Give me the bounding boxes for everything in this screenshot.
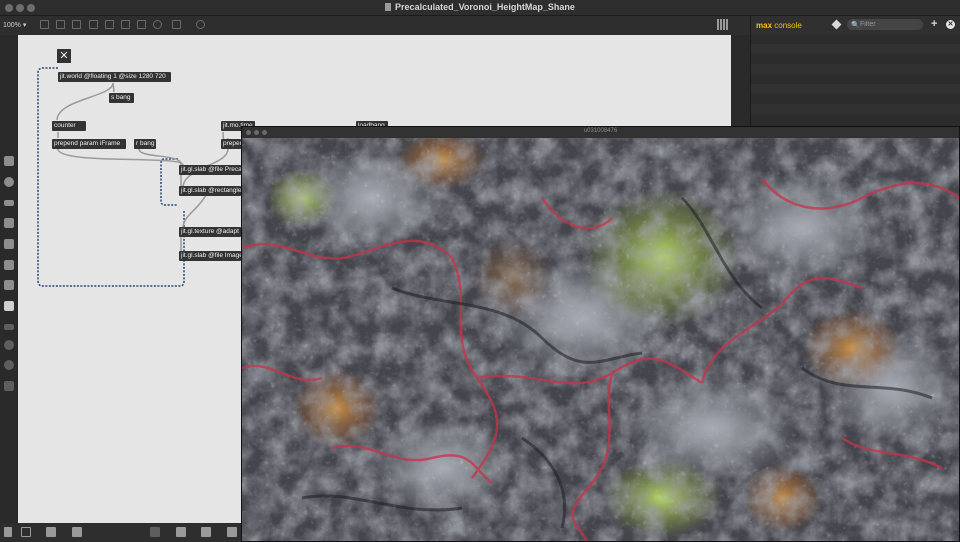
object-box[interactable]: jit.gl.texture @adapt [179,227,241,237]
window-title: Precalculated_Voronoi_HeightMap_Shane [0,2,960,12]
object-box[interactable]: jit.gl.slab @rectangle [179,186,241,196]
console-row [751,34,960,44]
lock-icon[interactable] [4,527,12,537]
comment-icon[interactable] [46,527,56,537]
object-box[interactable]: prepend [221,139,241,149]
render-title-bar: u031008476 [242,127,959,138]
render-window: u031008476 [241,126,960,542]
console-row [751,44,960,54]
comment-icon[interactable] [72,20,81,29]
console-title: max console [756,21,802,30]
zoom-dropdown[interactable]: 100% ▾ [3,21,26,29]
object-box[interactable]: prepend param iFrame [52,139,126,149]
window-title-text: Precalculated_Voronoi_HeightMap_Shane [395,2,575,12]
console-row [751,54,960,64]
title-bar: Precalculated_Voronoi_HeightMap_Shane [0,0,960,16]
music-note-icon[interactable] [4,218,14,228]
max-app-window: Precalculated_Voronoi_HeightMap_Shane 10… [0,0,960,542]
object-box[interactable]: s bang [109,93,134,103]
new-object-icon[interactable] [89,20,98,29]
settings-icon[interactable] [4,340,14,350]
object-box[interactable]: jit.world @floating 1 @size 1280 720 [58,72,171,82]
document-icon [385,3,392,11]
console-title-max: max [756,21,773,30]
target-icon[interactable] [4,177,14,187]
wrench-icon[interactable] [176,527,186,537]
max-console: max console 🔍 + ✕ [750,16,960,127]
connection-icon[interactable] [4,239,14,249]
left-sidebar [0,35,18,523]
render-window-title: u031008476 [583,128,618,134]
console-row [751,64,960,74]
console-row [751,74,960,84]
object-box[interactable]: jit.gl.slab @file Precalculated [179,165,241,175]
grid-toggle-icon[interactable] [717,19,728,30]
attachment-icon[interactable] [4,280,14,290]
close-patcher-object[interactable]: ✕ [57,49,71,63]
star-icon[interactable] [4,381,14,391]
console-header: max console 🔍 + ✕ [751,16,960,34]
voronoi-heightmap-picture [242,138,959,541]
object-box[interactable]: counter [52,121,86,131]
new-message-icon[interactable] [105,20,114,29]
info-icon[interactable] [4,360,14,370]
new-number-icon[interactable] [121,20,130,29]
object-box[interactable]: r bang [134,139,156,149]
console-add-icon[interactable]: + [931,18,937,30]
search-icon: 🔍 [851,22,860,29]
object-box[interactable]: jit.gl.slab @file Image [179,251,241,261]
console-options-icon[interactable] [831,19,842,30]
rendered-voronoi-image [242,138,959,541]
console-title-rest: console [774,21,802,30]
console-filter-input[interactable] [860,19,920,30]
keyboard-icon[interactable] [227,527,237,537]
new-button-icon[interactable] [137,20,146,29]
ui-icon[interactable] [4,200,14,206]
presentation-icon[interactable] [21,527,31,537]
debug-icon[interactable] [196,20,205,29]
lock-toggle-icon[interactable] [40,20,49,29]
patcher-toolbar: 100% ▾ [0,16,750,35]
package-icon[interactable] [4,156,14,166]
console-filter[interactable]: 🔍 [847,19,923,30]
console-row [751,84,960,94]
layers-icon[interactable] [72,527,82,537]
presentation-toggle-icon[interactable] [56,20,65,29]
image-icon[interactable] [4,260,14,270]
piano-icon[interactable] [201,527,211,537]
console-row [751,94,960,104]
audio-icon[interactable] [150,527,160,537]
jitter-icon[interactable] [4,301,14,311]
console-row [751,104,960,114]
zoom-level: 100% [3,22,21,29]
snippet-icon[interactable] [4,324,14,330]
console-clear-icon[interactable]: ✕ [946,20,955,29]
help-icon[interactable] [153,20,162,29]
console-row [751,114,960,124]
snap-icon[interactable] [172,20,181,29]
